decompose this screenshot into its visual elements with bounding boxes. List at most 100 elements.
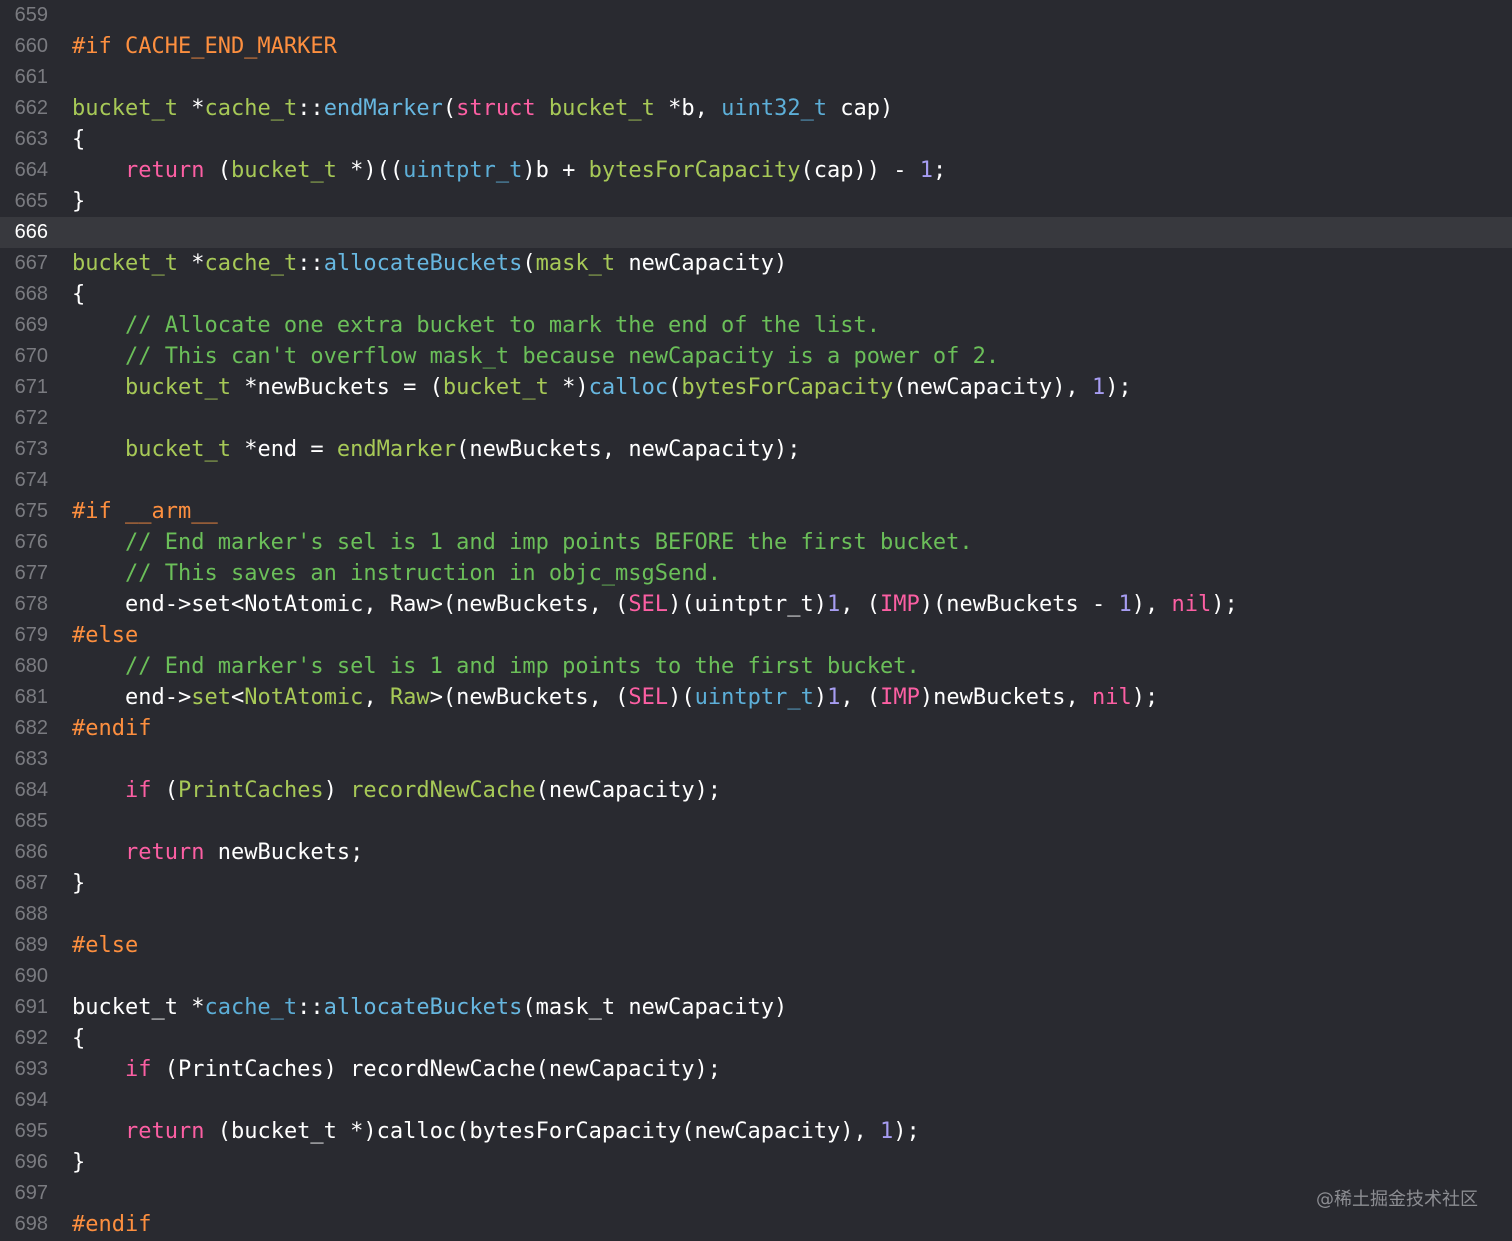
code-line[interactable]: 672 <box>0 403 1512 434</box>
code-line[interactable]: 684 if (PrintCaches) recordNewCache(newC… <box>0 775 1512 806</box>
code-token: #if __arm__ <box>72 499 218 524</box>
code-line[interactable]: 692 { <box>0 1023 1512 1054</box>
code-line[interactable]: 674 <box>0 465 1512 496</box>
code-line[interactable]: 666 <box>0 217 1512 248</box>
code-token: IMP <box>880 685 920 710</box>
code-line[interactable]: 681 end->set<NotAtomic, Raw>(newBuckets,… <box>0 682 1512 713</box>
code-text: return (bucket_t *)calloc(bytesForCapaci… <box>72 1116 920 1147</box>
code-token: return <box>124 1119 205 1144</box>
code-token: bucket_t * <box>72 995 205 1020</box>
line-number: 673 <box>14 438 48 460</box>
code-token: calloc <box>588 375 669 400</box>
code-line[interactable]: 675 #if __arm__ <box>0 496 1512 527</box>
code-token: ) <box>323 778 351 803</box>
code-token: )( <box>668 685 695 710</box>
code-line[interactable]: 667 bucket_t *cache_t::allocateBuckets(ma… <box>0 248 1512 279</box>
code-token: } <box>72 871 86 896</box>
line-number: 697 <box>14 1182 48 1204</box>
code-line[interactable]: 694 <box>0 1085 1512 1116</box>
code-line[interactable]: 691 bucket_t *cache_t::allocateBuckets(ma… <box>0 992 1512 1023</box>
code-token: #else <box>72 933 139 958</box>
code-token: ( <box>204 158 231 183</box>
code-line[interactable]: 698 #endif <box>0 1209 1512 1240</box>
code-line[interactable]: 662 bucket_t *cache_t::endMarker(struct b… <box>0 93 1512 124</box>
code-line[interactable]: 678 end->set<NotAtomic, Raw>(newBuckets,… <box>0 589 1512 620</box>
code-line[interactable]: 682 #endif <box>0 713 1512 744</box>
line-number: 691 <box>14 996 48 1018</box>
code-line[interactable]: 690 <box>0 961 1512 992</box>
code-token: { <box>72 282 86 307</box>
code-token: nil <box>1092 685 1132 710</box>
code-line[interactable]: 670 // This can't overflow mask_t becaus… <box>0 341 1512 372</box>
code-line[interactable]: 661 <box>0 62 1512 93</box>
code-token: // This saves an instruction in objc_msg… <box>124 561 722 586</box>
code-token: )newBuckets, <box>919 685 1093 710</box>
code-line[interactable]: 659 <box>0 0 1512 31</box>
code-line[interactable]: 669 // Allocate one extra bucket to mark… <box>0 310 1512 341</box>
code-token: endMarker <box>336 437 457 462</box>
code-line[interactable]: 697 <box>0 1178 1512 1209</box>
code-text: if (PrintCaches) recordNewCache(newCapac… <box>72 775 721 806</box>
code-token: )(newBuckets - <box>919 592 1119 617</box>
line-number: 688 <box>14 903 48 925</box>
code-token: nil <box>1171 592 1212 617</box>
code-line[interactable]: 673 bucket_t *end = endMarker(newBuckets… <box>0 434 1512 465</box>
code-token: struct <box>456 96 536 121</box>
code-text: { <box>72 124 85 155</box>
code-line[interactable]: 671 bucket_t *newBuckets = (bucket_t *)c… <box>0 372 1512 403</box>
code-token: 1 <box>879 1119 894 1144</box>
code-token: (bucket_t *)calloc(bytesForCapacity(newC… <box>204 1119 880 1144</box>
code-line[interactable]: 665} <box>0 186 1512 217</box>
code-token: #endif <box>72 716 152 741</box>
code-line[interactable]: 687} <box>0 868 1512 899</box>
line-number: 679 <box>14 624 48 646</box>
code-token: 1 <box>1118 592 1132 617</box>
code-text: #endif <box>72 1209 151 1240</box>
code-token: bucket_t <box>442 375 549 400</box>
code-line[interactable]: 689 #else <box>0 930 1512 961</box>
line-number: 690 <box>14 965 48 987</box>
line-number: 695 <box>14 1120 48 1142</box>
code-token: set <box>191 685 231 710</box>
code-token: ( <box>151 778 178 803</box>
code-text: } <box>72 868 85 899</box>
line-number: 661 <box>14 66 48 88</box>
line-number: 682 <box>14 717 48 739</box>
code-token: IMP <box>880 592 920 617</box>
line-number: 670 <box>14 345 48 367</box>
code-line[interactable]: 676 // End marker's sel is 1 and imp poi… <box>0 527 1512 558</box>
code-token: , ( <box>840 685 881 710</box>
code-line[interactable]: 683 <box>0 744 1512 775</box>
code-line[interactable]: 679 #else <box>0 620 1512 651</box>
code-token: bytesForCapacity <box>588 158 801 183</box>
code-token: cache_t <box>204 96 298 121</box>
code-line[interactable]: 685 <box>0 806 1512 837</box>
code-line[interactable]: 696} <box>0 1147 1512 1178</box>
code-editor[interactable]: 659 660 #if CACHE_END_MARKER 661 662 bucket_t… <box>0 0 1512 1241</box>
code-line[interactable]: 668 { <box>0 279 1512 310</box>
code-text: bucket_t *cache_t::endMarker(struct buck… <box>72 93 893 124</box>
code-text: } <box>72 1147 85 1178</box>
code-line[interactable]: 693 if (PrintCaches) recordNewCache(newC… <box>0 1054 1512 1085</box>
code-line[interactable]: 664 return (bucket_t *)((uintptr_t)b + b… <box>0 155 1512 186</box>
code-line[interactable]: 660 #if CACHE_END_MARKER <box>0 31 1512 62</box>
code-token: newCapacity) <box>615 251 788 276</box>
code-line[interactable]: 680 // End marker's sel is 1 and imp poi… <box>0 651 1512 682</box>
code-token: (cap)) - <box>800 158 920 183</box>
code-token: (PrintCaches) recordNewCache(newCapacity… <box>151 1057 722 1082</box>
code-line[interactable]: 688 <box>0 899 1512 930</box>
code-token: ; <box>933 158 947 183</box>
code-token: cache_t <box>204 995 298 1020</box>
code-text: bucket_t *cache_t::allocateBuckets(mask_… <box>72 248 787 279</box>
code-line[interactable]: 686 return newBuckets; <box>0 837 1512 868</box>
code-text: { <box>72 279 85 310</box>
code-line[interactable]: 695 return (bucket_t *)calloc(bytesForCa… <box>0 1116 1512 1147</box>
code-line[interactable]: 663 { <box>0 124 1512 155</box>
code-line[interactable]: 677 // This saves an instruction in objc… <box>0 558 1512 589</box>
